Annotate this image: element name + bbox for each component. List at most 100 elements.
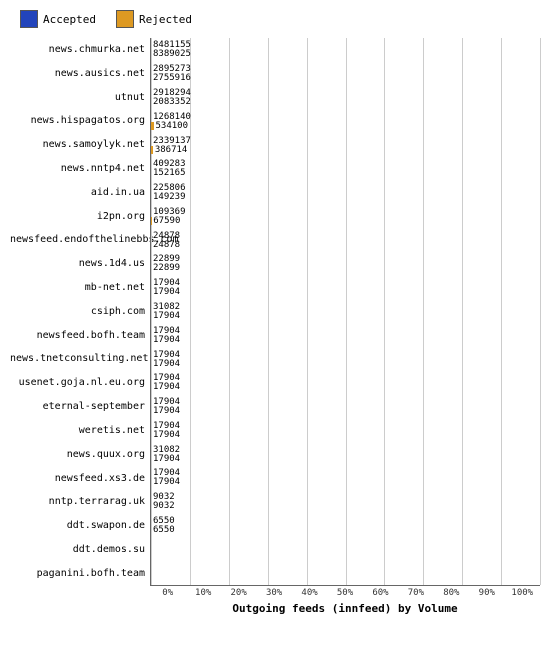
bar-row: 1790417904 [151,419,540,443]
y-label: newsfeed.xs3.de [10,474,150,484]
accepted-bar-wrap: 24878 [151,232,180,240]
x-axis-labels: 0%10%20%30%40%50%60%70%80%90%100% [150,586,540,598]
bar-pair: 1790417904 [151,469,180,486]
y-label: i2pn.org [10,212,150,222]
rejected-value-label: 17904 [153,287,180,297]
accepted-bar-wrap: 6550 [151,517,175,525]
accepted-bar-wrap: 409283 [151,160,186,168]
y-label: utnut [10,93,150,103]
y-label: news.hispagatos.org [10,116,150,126]
rejected-value-label: 2083352 [153,97,191,107]
accepted-bar-wrap: 17904 [151,374,180,382]
y-label: eternal-september [10,402,150,412]
y-label: mb-net.net [10,283,150,293]
rejected-value-label: 9032 [153,501,175,511]
bar-row: 3108217904 [151,300,540,324]
bar-row: 1790417904 [151,395,540,419]
rejected-bar-wrap: 17904 [151,288,180,296]
y-label: nntp.terrarag.uk [10,497,150,507]
accepted-color-box [20,10,38,28]
accepted-label: Accepted [43,13,96,26]
rejected-bar-wrap: 17904 [151,478,180,486]
rejected-value-label: 386714 [155,145,188,155]
rejected-bar-wrap: 6550 [151,526,175,534]
bar-row: 1790417904 [151,466,540,490]
rejected-bar-wrap: 17904 [151,336,180,344]
bar-pair [151,541,153,558]
rejected-bar-wrap: 2083352 [151,98,191,106]
bar-pair: 225806149239 [151,184,186,201]
rejected-bar-wrap: 17904 [151,360,180,368]
x-tick-label: 50% [327,588,362,598]
y-label: news.tnetconsulting.net [10,354,150,364]
bar-pair: 3108217904 [151,303,180,320]
bar-row [151,561,540,585]
x-tick-label: 30% [256,588,291,598]
bar-pair: 409283152165 [151,160,186,177]
bar-row: 1790417904 [151,276,540,300]
accepted-bar-wrap: 22899 [151,255,180,263]
bar-pair: 65506550 [151,517,175,534]
rejected-value-label: 17904 [153,382,180,392]
accepted-bar-wrap: 2918294 [151,89,191,97]
x-tick-label: 70% [398,588,433,598]
rejected-bar-wrap: 17904 [151,312,180,320]
bar-row: 2487824878 [151,228,540,252]
x-tick-label: 90% [469,588,504,598]
rejected-color-box [116,10,134,28]
rejected-bar-wrap: 8389025 [151,50,191,58]
y-label: news.1d4.us [10,259,150,269]
rejected-value-label: 6550 [153,525,175,535]
grid-line [540,38,541,585]
rejected-bar-wrap: 17904 [151,455,180,463]
bar-pair: 2289922899 [151,255,180,272]
accepted-bar-wrap: 225806 [151,184,186,192]
y-label: news.quux.org [10,450,150,460]
bar-row: 10936967590 [151,204,540,228]
x-tick-label: 10% [185,588,220,598]
y-label: news.chmurka.net [10,45,150,55]
y-label: newsfeed.endofthelinebbs.com [10,235,150,245]
bar-row: 90329032 [151,490,540,514]
bar-pair: 1790417904 [151,327,180,344]
bar-pair: 28952732755916 [151,65,191,82]
accepted-bar-wrap: 9032 [151,493,175,501]
bar-pair: 1268140534100 [151,113,191,130]
bar-row: 28952732755916 [151,62,540,86]
bar-pair: 1790417904 [151,351,180,368]
rejected-value-label: 152165 [153,168,186,178]
legend-accepted: Accepted [20,10,96,28]
rejected-value-label: 67590 [153,216,180,226]
y-label: csiph.com [10,307,150,317]
rejected-bar-wrap: 2755916 [151,74,191,82]
x-tick-label: 100% [505,588,540,598]
y-label: newsfeed.bofh.team [10,331,150,341]
accepted-bar-wrap: 31082 [151,303,180,311]
x-tick-label: 80% [434,588,469,598]
rejected-value-label: 22899 [153,263,180,273]
bar-pair: 1790417904 [151,279,180,296]
rejected-bar-wrap: 67590 [151,217,186,225]
bar-pair: 2487824878 [151,232,180,249]
rejected-bar [151,122,154,130]
bar-pair: 1790417904 [151,422,180,439]
accepted-bar-wrap: 109369 [151,208,186,216]
rejected-value-label: 17904 [153,430,180,440]
legend-rejected: Rejected [116,10,192,28]
y-label: news.ausics.net [10,69,150,79]
y-label: ddt.demos.su [10,545,150,555]
accepted-bar-wrap: 2895273 [151,65,191,73]
accepted-bar-wrap: 17904 [151,327,180,335]
y-label: paganini.bofh.team [10,569,150,579]
rejected-value-label: 8389025 [153,49,191,59]
rejected-bar-wrap: 149239 [151,193,186,201]
bar-pair: 3108217904 [151,446,180,463]
rejected-label: Rejected [139,13,192,26]
x-tick-label: 20% [221,588,256,598]
y-label: weretis.net [10,426,150,436]
legend: Accepted Rejected [10,10,540,28]
bar-row: 84811558389025 [151,38,540,62]
bar-row: 3108217904 [151,442,540,466]
accepted-bar-wrap: 8481155 [151,41,191,49]
accepted-bar-wrap: 2339137 [151,137,191,145]
